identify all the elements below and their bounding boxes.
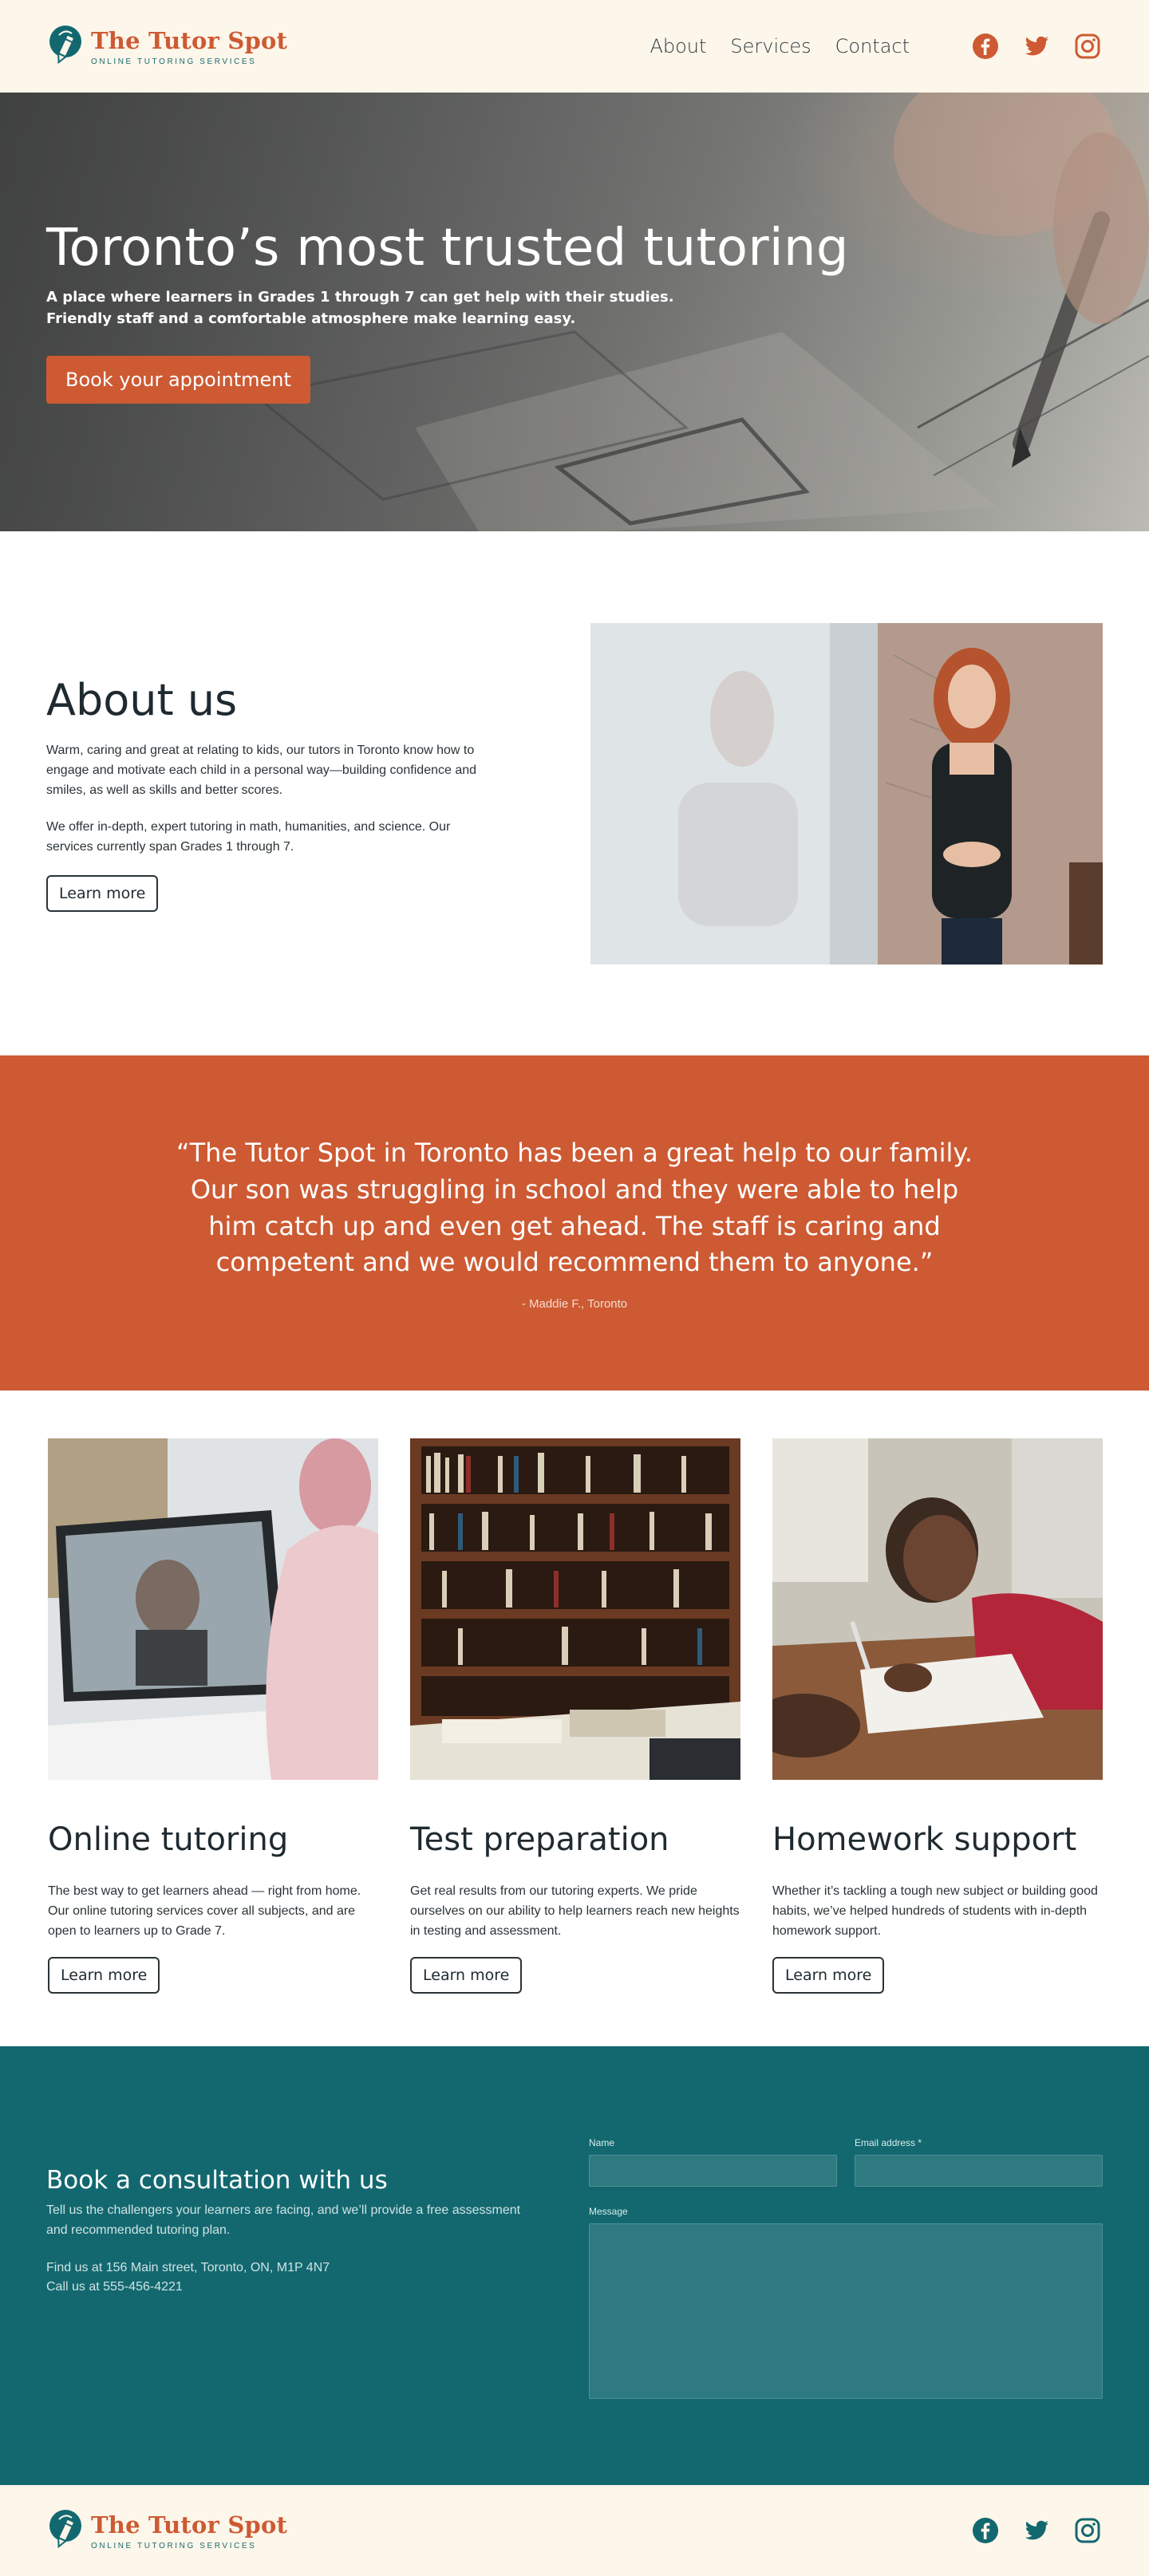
services-section: Online tutoring The best way to get lear… [0,1391,1149,2046]
service-description: Get real results from our tutoring exper… [410,1884,740,1938]
main-nav: About Services Contact [650,35,910,57]
email-field-group: Email address * [855,2137,1103,2187]
hero-subtitle-line2: Friendly staff and a comfortable atmosph… [46,310,576,328]
about-learn-more-button[interactable]: Learn more [46,874,159,912]
consultation-form: Name Email address * Message [589,2137,1103,2399]
instagram-icon [1075,34,1100,59]
facebook-icon [973,34,998,59]
consultation-section: Book a consultation with us Tell us the … [0,2046,1149,2485]
online-tutoring-image [48,1438,378,1780]
book-appointment-button[interactable]: Book your appointment [46,355,310,404]
footer-social-links [972,2517,1101,2544]
nav-item-services[interactable]: Services [730,35,811,57]
header-right: About Services Contact [650,33,1101,60]
hero-content: Toronto’s most trusted tutoring A place … [46,220,849,404]
pencil-logo-icon [49,26,81,65]
service-card-test-preparation: Test preparation Get real results from o… [410,1438,740,1998]
email-label: Email address * [855,2137,922,2148]
twitter-icon [1025,2520,1048,2540]
message-textarea[interactable] [589,2223,1103,2399]
brand-logo[interactable]: The Tutor Spot ONLINE TUTORING SERVICES [48,24,287,69]
facebook-icon [973,2518,998,2543]
hero-subtitle: A place where learners in Grades 1 throu… [46,287,849,329]
about-title: About us [46,675,238,725]
nav-item-about[interactable]: About [650,35,706,57]
instagram-link[interactable] [1074,33,1101,60]
consultation-text: Tell us the challengers your learners ar… [46,2203,521,2237]
consultation-title: Book a consultation with us [46,2166,388,2195]
service-title: Homework support [772,1821,1077,1858]
email-input[interactable] [855,2155,1103,2187]
consultation-address: Find us at 156 Main street, Toronto, ON,… [46,2260,330,2274]
service-title: Test preparation [410,1821,669,1858]
testimonial-section: “The Tutor Spot in Toronto has been a gr… [0,1055,1149,1391]
service-description: Whether it’s tackling a tough new subjec… [772,1884,1098,1938]
service-title: Online tutoring [48,1821,289,1858]
service-card-online-tutoring: Online tutoring The best way to get lear… [48,1438,378,1998]
facebook-link[interactable] [972,33,999,60]
site-header: The Tutor Spot ONLINE TUTORING SERVICES … [0,0,1149,93]
site-footer: The Tutor Spot ONLINE TUTORING SERVICES [0,2485,1149,2576]
twitter-icon [1025,36,1048,56]
footer-twitter-link[interactable] [1023,2517,1050,2544]
footer-facebook-link[interactable] [972,2517,999,2544]
hero-subtitle-line1: A place where learners in Grades 1 throu… [46,289,674,306]
testimonial-author: - Maddie F., Toronto [521,1297,628,1311]
service-card-homework-support: Homework support Whether it’s tackling a… [772,1438,1103,1998]
twitter-link[interactable] [1023,33,1050,60]
about-paragraph-1: Warm, caring and great at relating to ki… [46,744,477,797]
about-paragraph-2: We offer in-depth, expert tutoring in ma… [46,820,451,854]
form-row: Name Email address * [589,2137,1103,2187]
footer-instagram-link[interactable] [1074,2517,1101,2544]
name-field-group: Name [589,2137,837,2187]
about-text: About us Warm, caring and great at relat… [46,675,493,912]
social-links [972,33,1101,60]
testimonial-quote: “The Tutor Spot in Toronto has been a gr… [176,1138,973,1278]
instagram-icon [1075,2518,1100,2543]
service-description: The best way to get learners ahead — rig… [48,1884,361,1938]
test-preparation-learn-more-button[interactable]: Learn more [410,1957,523,1994]
homework-support-image [772,1438,1103,1780]
hero-title: Toronto’s most trusted tutoring [46,219,849,278]
message-label: Message [589,2206,628,2217]
brand-tagline: ONLINE TUTORING SERVICES [91,57,257,66]
pencil-logo-icon [49,2510,81,2549]
footer-brand-name: The Tutor Spot [91,2511,288,2539]
consultation-contact: Find us at 156 Main street, Toronto, ON,… [46,2258,541,2298]
name-label: Name [589,2137,615,2148]
hero-section: Toronto’s most trusted tutoring A place … [0,93,1149,531]
footer-brand-logo[interactable]: The Tutor Spot ONLINE TUTORING SERVICES [48,2508,287,2553]
tutor-photo [590,623,1103,965]
test-preparation-image [410,1438,740,1780]
consultation-phone: Call us at 555-456-4221 [46,2280,183,2294]
online-tutoring-learn-more-button[interactable]: Learn more [48,1957,160,1994]
name-input[interactable] [589,2155,837,2187]
brand-name: The Tutor Spot [91,26,288,54]
homework-support-learn-more-button[interactable]: Learn more [772,1957,885,1994]
footer-brand-tagline: ONLINE TUTORING SERVICES [91,2541,257,2550]
message-field-group: Message [589,2206,1103,2399]
nav-item-contact[interactable]: Contact [835,35,910,57]
about-section: About us Warm, caring and great at relat… [0,531,1149,1055]
consultation-info: Book a consultation with us Tell us the … [46,2166,541,2298]
